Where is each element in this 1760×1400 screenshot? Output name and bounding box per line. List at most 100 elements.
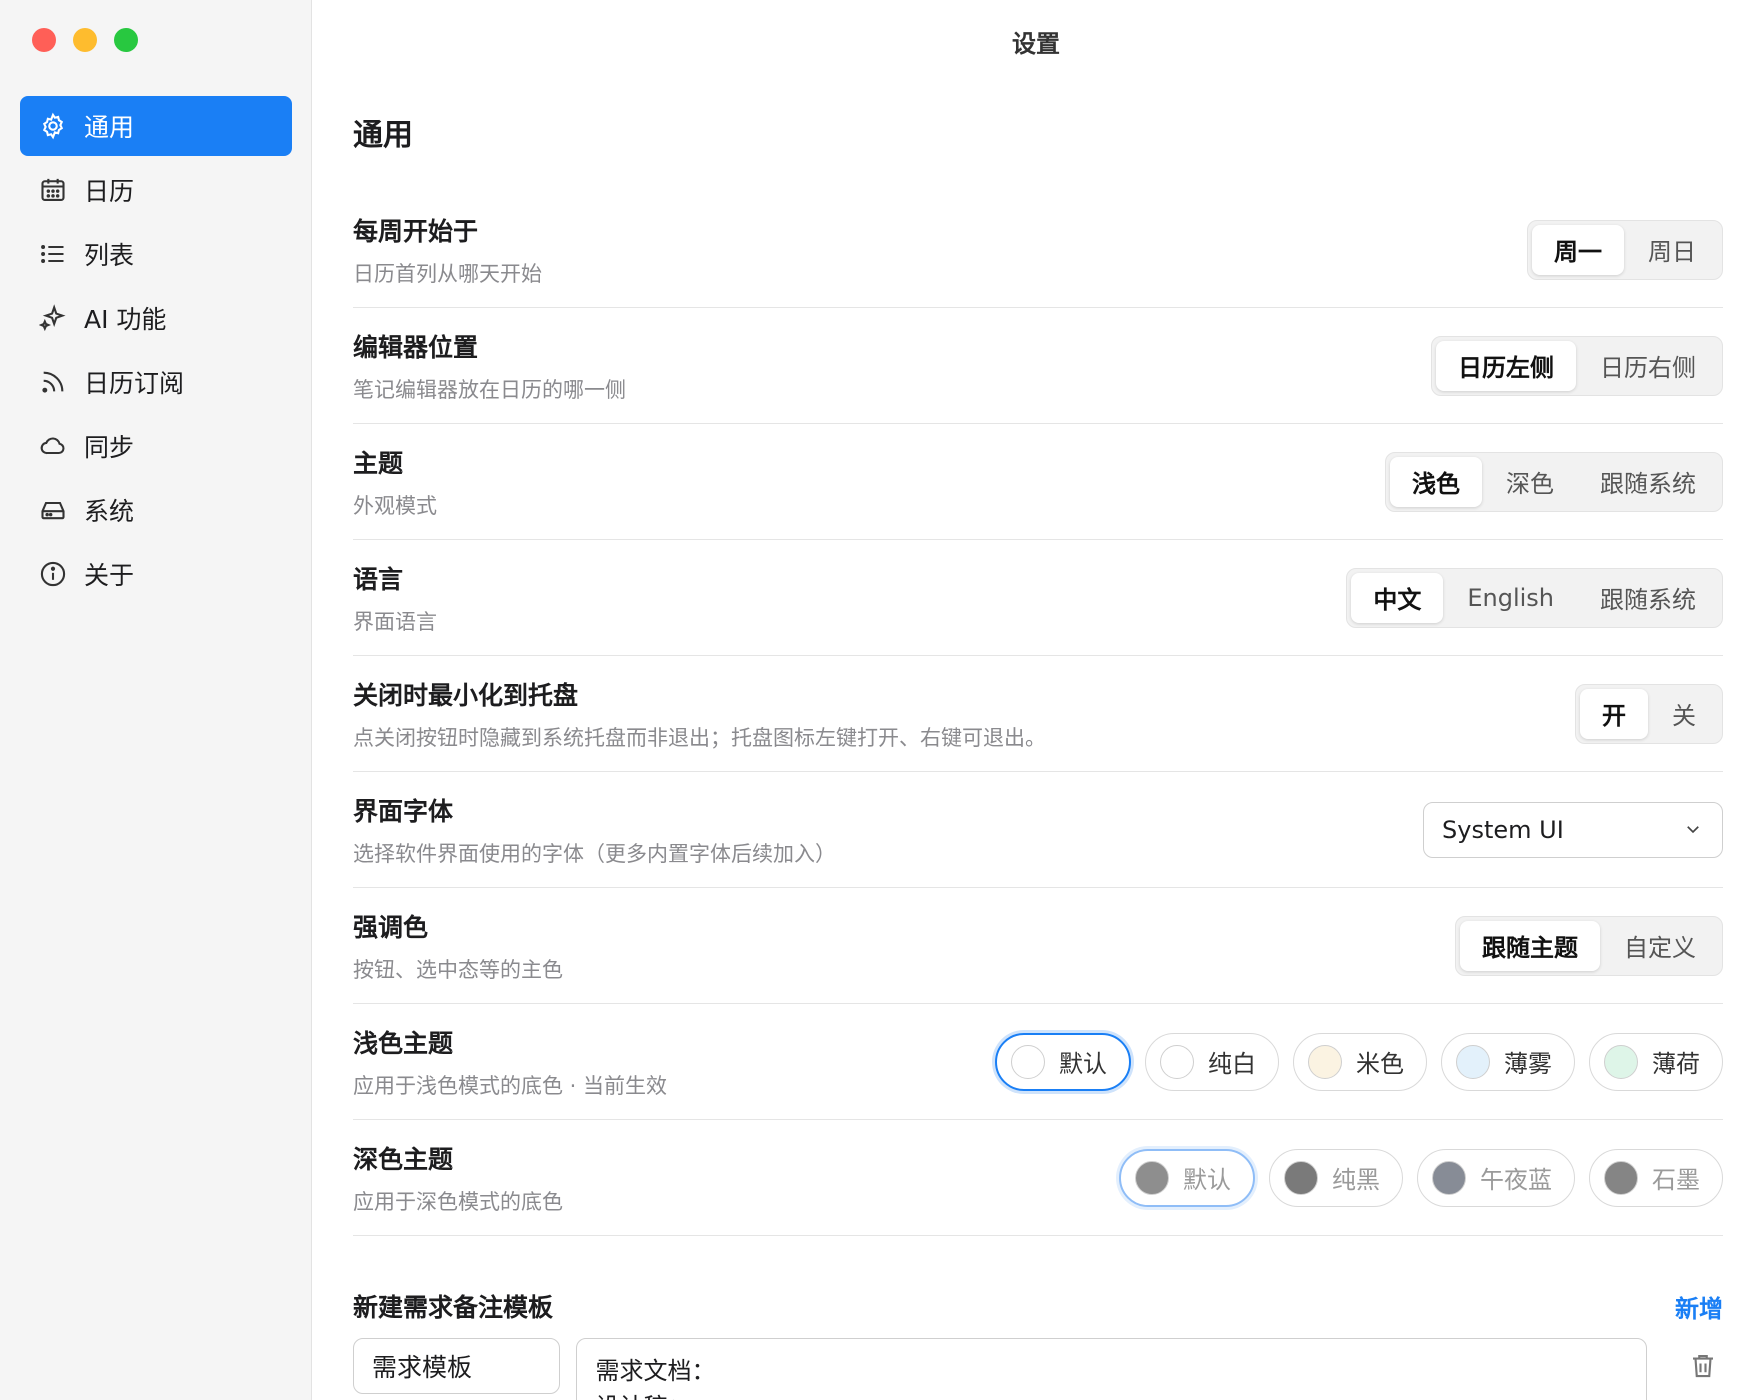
- sidebar-item-label: 系统: [84, 497, 135, 526]
- theme-system-option[interactable]: 跟随系统: [1578, 457, 1718, 507]
- swatch-color-dot: [1160, 1044, 1194, 1079]
- setting-week-start: 每周开始于 日历首列从哪天开始 周一 周日: [353, 192, 1723, 308]
- dark-swatch-default[interactable]: 默认: [1119, 1148, 1255, 1207]
- sparkle-icon: [38, 303, 68, 333]
- chevron-down-icon: [1684, 816, 1702, 844]
- dark-swatch-pure-black[interactable]: 纯黑: [1269, 1148, 1403, 1207]
- accent-custom-option[interactable]: 自定义: [1602, 921, 1718, 971]
- sidebar-item-label: 同步: [84, 433, 135, 462]
- minimize-tray-off-option[interactable]: 关: [1650, 689, 1718, 739]
- setting-label: 语言: [353, 564, 404, 594]
- swatch-color-dot: [1432, 1160, 1466, 1195]
- font-select-value: System UI: [1442, 815, 1564, 844]
- language-system-option[interactable]: 跟随系统: [1578, 573, 1718, 623]
- light-swatch-mint[interactable]: 薄荷: [1589, 1032, 1723, 1091]
- template-header: 新建需求备注模板 新增: [353, 1288, 1723, 1324]
- add-template-button[interactable]: 新增: [1675, 1289, 1723, 1324]
- swatch-label: 薄荷: [1652, 1050, 1700, 1078]
- swatch-label: 默认: [1059, 1050, 1107, 1078]
- sidebar-item-calendar[interactable]: 日历: [20, 160, 292, 220]
- setting-accent: 强调色 按钮、选中态等的主色 跟随主题 自定义: [353, 888, 1723, 1004]
- setting-dark-theme: 深色主题 应用于深色模式的底色 默认 纯黑 午夜蓝 石墨: [353, 1120, 1723, 1236]
- sidebar-item-subscriptions[interactable]: 日历订阅: [20, 352, 292, 412]
- accent-follow-theme-option[interactable]: 跟随主题: [1460, 920, 1600, 971]
- list-icon: [38, 239, 68, 269]
- setting-editor-position: 编辑器位置 笔记编辑器放在日历的哪一侧 日历左侧 日历右侧: [353, 308, 1723, 424]
- light-swatch-pure-white[interactable]: 纯白: [1145, 1032, 1279, 1091]
- swatch-label: 石墨: [1652, 1166, 1700, 1194]
- minimize-tray-on-option[interactable]: 开: [1580, 688, 1648, 739]
- setting-minimize-tray: 关闭时最小化到托盘 点关闭按钮时隐藏到系统托盘而非退出；托盘图标左键打开、右键可…: [353, 656, 1723, 772]
- minimize-window-button[interactable]: [73, 28, 97, 52]
- editor-right-option[interactable]: 日历右侧: [1578, 341, 1718, 391]
- language-chinese-option[interactable]: 中文: [1351, 572, 1444, 623]
- setting-label: 编辑器位置: [353, 332, 479, 362]
- sidebar-item-system[interactable]: 系统: [20, 480, 292, 540]
- drive-icon: [38, 495, 68, 525]
- light-swatch-beige[interactable]: 米色: [1293, 1032, 1427, 1091]
- setting-description: 应用于深色模式的底色: [353, 1189, 563, 1214]
- light-swatch-mist[interactable]: 薄雾: [1441, 1032, 1575, 1091]
- setting-light-theme: 浅色主题 应用于浅色模式的底色 · 当前生效 默认 纯白 米色 薄雾 薄荷: [353, 1004, 1723, 1120]
- sidebar-item-list[interactable]: 列表: [20, 224, 292, 284]
- swatch-color-dot: [1308, 1044, 1342, 1079]
- swatch-color-dot: [1135, 1160, 1169, 1195]
- editor-left-option[interactable]: 日历左侧: [1436, 340, 1576, 391]
- swatch-color-dot: [1011, 1044, 1045, 1079]
- close-window-button[interactable]: [32, 28, 56, 52]
- setting-description: 选择软件界面使用的字体（更多内置字体后续加入）: [353, 841, 836, 866]
- sidebar-item-label: 关于: [84, 561, 135, 590]
- swatch-label: 纯白: [1208, 1050, 1256, 1078]
- setting-label: 浅色主题: [353, 1028, 454, 1058]
- template-content-line: 需求文档：: [595, 1357, 716, 1385]
- font-select[interactable]: System UI: [1423, 801, 1723, 858]
- dark-swatch-midnight-blue[interactable]: 午夜蓝: [1417, 1148, 1575, 1207]
- theme-dark-option[interactable]: 深色: [1484, 457, 1576, 507]
- language-segmented: 中文 English 跟随系统: [1346, 567, 1723, 628]
- editor-position-segmented: 日历左侧 日历右侧: [1431, 335, 1723, 396]
- sidebar-item-label: 通用: [84, 113, 135, 142]
- info-icon: [38, 559, 68, 589]
- template-name-input[interactable]: 需求模板: [353, 1338, 561, 1394]
- sidebar-item-label: 日历订阅: [84, 369, 185, 398]
- swatch-label: 午夜蓝: [1480, 1166, 1552, 1194]
- setting-description: 日历首列从哪天开始: [353, 261, 542, 286]
- calendar-icon: [38, 175, 68, 205]
- swatch-label: 米色: [1356, 1050, 1404, 1078]
- window-title: 设置: [1012, 30, 1060, 58]
- setting-label: 主题: [353, 448, 404, 478]
- setting-theme: 主题 外观模式 浅色 深色 跟随系统: [353, 424, 1723, 540]
- swatch-label: 薄雾: [1504, 1050, 1552, 1078]
- template-content-textarea[interactable]: 需求文档： 设计稿：: [576, 1338, 1648, 1400]
- light-swatch-default[interactable]: 默认: [995, 1032, 1131, 1091]
- sidebar-item-label: AI 功能: [84, 305, 167, 334]
- week-start-monday-option[interactable]: 周一: [1532, 224, 1624, 275]
- setting-label: 关闭时最小化到托盘: [353, 680, 579, 710]
- theme-light-option[interactable]: 浅色: [1390, 456, 1482, 507]
- sidebar-item-sync[interactable]: 同步: [20, 416, 292, 476]
- light-theme-swatches: 默认 纯白 米色 薄雾 薄荷: [995, 1032, 1723, 1091]
- setting-description: 笔记编辑器放在日历的哪一侧: [353, 377, 626, 402]
- sidebar: 通用 日历 列表 AI 功能 日历订阅 同步 系统 关于: [0, 0, 312, 1400]
- setting-label: 每周开始于: [353, 216, 479, 246]
- sidebar-item-about[interactable]: 关于: [20, 544, 292, 604]
- maximize-window-button[interactable]: [114, 28, 138, 52]
- settings-main: 设置 通用 每周开始于 日历首列从哪天开始 周一 周日 编辑器位置 笔记编辑器放…: [312, 0, 1760, 1400]
- sidebar-item-general[interactable]: 通用: [20, 96, 292, 156]
- dark-theme-swatches: 默认 纯黑 午夜蓝 石墨: [1119, 1148, 1723, 1207]
- swatch-color-dot: [1456, 1044, 1490, 1079]
- template-item: 需求模板 需求文档： 设计稿：: [353, 1338, 1723, 1400]
- section-title: 通用: [353, 118, 413, 153]
- delete-template-button[interactable]: [1683, 1348, 1723, 1388]
- sidebar-item-ai[interactable]: AI 功能: [20, 288, 292, 348]
- swatch-label: 纯黑: [1332, 1166, 1380, 1194]
- accent-segmented: 跟随主题 自定义: [1455, 915, 1723, 976]
- template-content-line: 设计稿：: [595, 1389, 1628, 1400]
- week-start-sunday-option[interactable]: 周日: [1626, 225, 1718, 275]
- dark-swatch-graphite[interactable]: 石墨: [1589, 1148, 1723, 1207]
- week-start-segmented: 周一 周日: [1527, 219, 1723, 280]
- trash-icon: [1688, 1351, 1718, 1385]
- sidebar-item-label: 列表: [84, 241, 135, 270]
- language-english-option[interactable]: English: [1445, 573, 1576, 623]
- swatch-color-dot: [1604, 1160, 1638, 1195]
